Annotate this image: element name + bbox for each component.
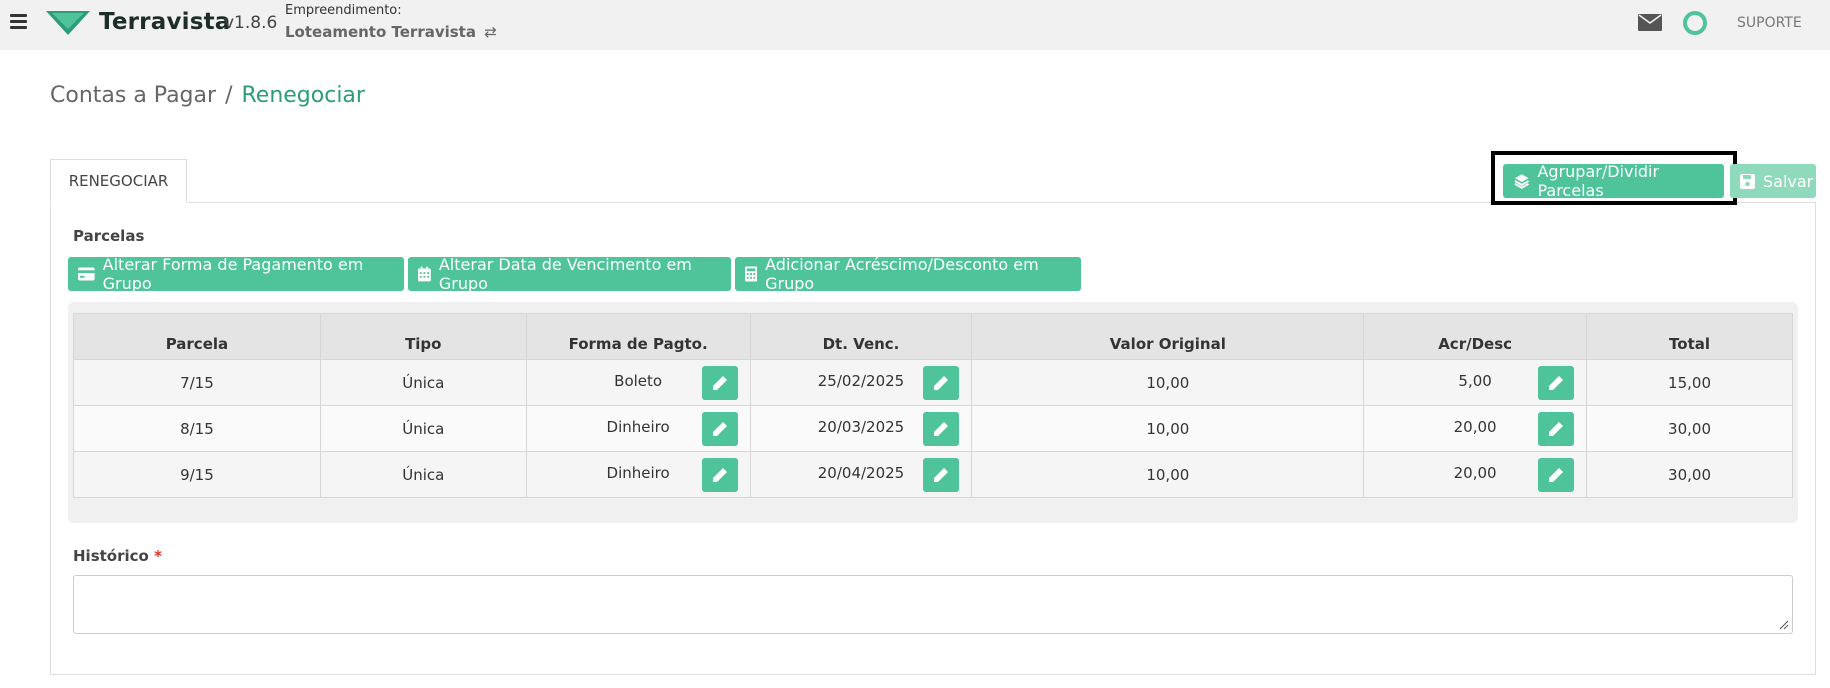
cell-acr: 5,00 — [1363, 359, 1588, 406]
empreendimento-name: Loteamento Terravista — [285, 23, 476, 41]
pencil-icon — [1549, 376, 1564, 390]
breadcrumb-current: Renegociar — [241, 83, 365, 108]
resize-handle-icon[interactable] — [1779, 620, 1789, 630]
pencil-icon — [934, 376, 949, 390]
empreendimento-label: Empreendimento: — [285, 3, 402, 18]
forma-value: Boleto — [614, 371, 663, 390]
agrupar-label: Agrupar/Dividir Parcelas — [1537, 162, 1660, 200]
historico-label: Histórico * — [73, 547, 162, 565]
pencil-icon — [712, 422, 727, 436]
forma-value: Dinheiro — [606, 417, 670, 436]
app-version: v1.8.6 — [224, 13, 278, 33]
loading-ring-icon — [1683, 11, 1707, 35]
calculator-icon — [745, 266, 758, 282]
cell-tipo: Única — [319, 359, 527, 406]
edit-venc-button[interactable] — [923, 458, 960, 492]
cell-parcela: 7/15 — [73, 359, 321, 406]
edit-venc-button[interactable] — [923, 412, 960, 446]
table-header-row: Parcela Tipo Forma de Pagto. Dt. Venc. V… — [73, 313, 1793, 360]
breadcrumb: Contas a Pagar / Renegociar — [50, 83, 365, 108]
cell-forma: Boleto — [525, 359, 751, 406]
cell-valor: 10,00 — [971, 359, 1365, 406]
cell-venc: 20/04/2025 — [749, 451, 973, 498]
hamburger-menu-icon[interactable] — [10, 14, 27, 30]
table-row: 7/15 Única Boleto 25/02/2025 10,00 5,00 … — [73, 359, 1793, 406]
cell-valor: 10,00 — [971, 451, 1365, 498]
cell-total: 15,00 — [1586, 359, 1793, 406]
cell-acr: 20,00 — [1363, 405, 1588, 452]
column-header[interactable]: Valor Original — [971, 313, 1365, 360]
forma-value: Dinheiro — [606, 463, 670, 482]
column-header[interactable]: Tipo — [319, 313, 527, 360]
edit-forma-button[interactable] — [701, 412, 738, 446]
breadcrumb-parent[interactable]: Contas a Pagar — [50, 83, 216, 108]
acr-value: 5,00 — [1458, 371, 1492, 390]
table-row: 9/15 Única Dinheiro 20/04/2025 10,00 20,… — [73, 451, 1793, 498]
venc-value: 25/02/2025 — [817, 371, 905, 390]
cell-forma: Dinheiro — [525, 451, 751, 498]
pencil-icon — [934, 422, 949, 436]
cell-parcela: 9/15 — [73, 451, 321, 498]
pencil-icon — [712, 468, 727, 482]
brand-name[interactable]: Terravista — [99, 9, 231, 35]
column-header[interactable]: Acr/Desc — [1363, 313, 1588, 360]
venc-value: 20/03/2025 — [817, 417, 905, 436]
pencil-icon — [712, 376, 727, 390]
cell-acr: 20,00 — [1363, 451, 1588, 498]
venc-value: 20/04/2025 — [817, 463, 905, 482]
group-button-label: Adicionar Acréscimo/Desconto em Grupo — [765, 255, 1039, 293]
cell-venc: 25/02/2025 — [749, 359, 973, 406]
calendar-icon — [418, 266, 431, 282]
cell-tipo: Única — [319, 405, 527, 452]
edit-acr-button[interactable] — [1538, 366, 1575, 400]
pencil-icon — [1549, 468, 1564, 482]
edit-forma-button[interactable] — [701, 458, 738, 492]
table-row: 8/15 Única Dinheiro 20/03/2025 10,00 20,… — [73, 405, 1793, 452]
edit-venc-button[interactable] — [923, 366, 960, 400]
parcelas-heading: Parcelas — [73, 227, 145, 245]
alterar-forma-pagamento-grupo-button[interactable]: Alterar Forma de Pagamento em Grupo — [68, 255, 404, 293]
suporte-link[interactable]: SUPORTE — [1737, 15, 1802, 31]
agrupar-dividir-button[interactable]: Agrupar/Dividir Parcelas — [1503, 162, 1724, 200]
cell-total: 30,00 — [1586, 405, 1793, 452]
acr-value: 20,00 — [1453, 417, 1497, 436]
cell-venc: 20/03/2025 — [749, 405, 973, 452]
parcelas-table: Parcela Tipo Forma de Pagto. Dt. Venc. V… — [73, 313, 1793, 498]
acr-value: 20,00 — [1453, 463, 1497, 482]
cell-parcela: 8/15 — [73, 405, 321, 452]
top-bar: Terravista v1.8.6 Empreendimento: Loteam… — [0, 0, 1830, 50]
salvar-label: Salvar — [1763, 171, 1814, 191]
salvar-button[interactable]: Salvar — [1730, 164, 1816, 198]
pencil-icon — [934, 468, 949, 482]
group-button-label: Alterar Data de Vencimento em Grupo — [438, 255, 692, 293]
historico-label-text: Histórico — [73, 547, 149, 565]
edit-acr-button[interactable] — [1538, 458, 1575, 492]
alterar-data-vencimento-grupo-button[interactable]: Alterar Data de Vencimento em Grupo — [408, 255, 731, 293]
terravista-logo-icon — [46, 11, 90, 35]
layers-icon — [1514, 174, 1529, 189]
group-button-label: Alterar Forma de Pagamento em Grupo — [102, 255, 364, 293]
column-header[interactable]: Total — [1586, 313, 1793, 360]
cell-tipo: Única — [319, 451, 527, 498]
cell-total: 30,00 — [1586, 451, 1793, 498]
column-header[interactable]: Parcela — [73, 313, 321, 360]
required-mark: * — [154, 547, 162, 565]
cell-valor: 10,00 — [971, 405, 1365, 452]
adicionar-acrescimo-desconto-grupo-button[interactable]: Adicionar Acréscimo/Desconto em Grupo — [735, 255, 1081, 293]
column-header[interactable]: Dt. Venc. — [749, 313, 973, 360]
tab-renegociar[interactable]: RENEGOCIAR — [50, 159, 187, 203]
edit-forma-button[interactable] — [701, 366, 738, 400]
edit-acr-button[interactable] — [1538, 412, 1575, 446]
swap-icon: ⇄ — [484, 23, 497, 41]
historico-textarea[interactable] — [73, 575, 1793, 634]
empreendimento-selector[interactable]: Loteamento Terravista ⇄ — [285, 23, 497, 41]
column-header[interactable]: Forma de Pagto. — [525, 313, 751, 360]
cell-forma: Dinheiro — [525, 405, 751, 452]
credit-card-icon — [78, 267, 95, 281]
save-icon — [1740, 173, 1755, 189]
pencil-icon — [1549, 422, 1564, 436]
breadcrumb-separator: / — [225, 83, 233, 108]
mail-icon[interactable] — [1638, 14, 1662, 31]
